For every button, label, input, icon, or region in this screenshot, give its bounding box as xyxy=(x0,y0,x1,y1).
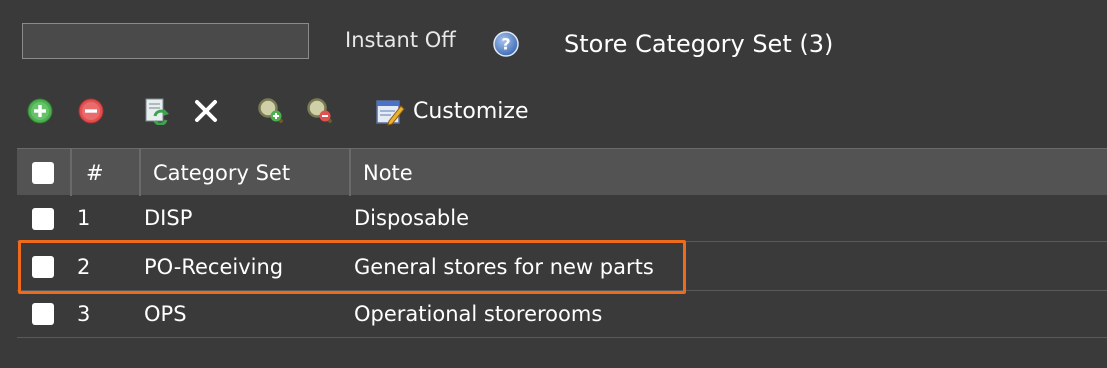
row-checkbox[interactable] xyxy=(32,303,54,325)
row-checkbox[interactable] xyxy=(32,256,54,278)
row-category-set: DISP xyxy=(144,206,193,230)
zoom-in-icon[interactable] xyxy=(257,97,285,125)
refresh-icon[interactable] xyxy=(142,97,170,125)
row-number: 3 xyxy=(77,302,91,326)
customize-icon xyxy=(376,100,405,126)
table-row[interactable]: 3 OPS Operational storerooms xyxy=(17,291,1107,338)
search-input[interactable] xyxy=(22,23,309,59)
svg-text:?: ? xyxy=(501,35,510,54)
page-title: Store Category Set (3) xyxy=(564,30,834,58)
row-note: Operational storerooms xyxy=(354,302,603,326)
row-number: 1 xyxy=(77,206,91,230)
column-header-number[interactable]: # xyxy=(70,149,139,196)
category-set-table: # Category Set Note 1 DISP Disposable 2 … xyxy=(17,148,1107,368)
header-select-cell xyxy=(17,149,70,196)
select-all-checkbox[interactable] xyxy=(32,162,54,184)
row-number: 2 xyxy=(77,255,91,279)
help-icon[interactable]: ? xyxy=(493,31,519,57)
customize-label: Customize xyxy=(413,98,529,124)
row-category-set: PO-Receiving xyxy=(144,255,284,279)
close-icon[interactable] xyxy=(192,97,220,125)
row-checkbox[interactable] xyxy=(32,208,54,230)
column-header-category-set[interactable]: Category Set xyxy=(139,149,349,196)
table-row[interactable]: 2 PO-Receiving General stores for new pa… xyxy=(17,244,1107,291)
column-header-note[interactable]: Note xyxy=(349,149,1107,196)
row-category-set: OPS xyxy=(144,302,187,326)
table-header: # Category Set Note xyxy=(17,148,1107,196)
plus-circle-icon[interactable] xyxy=(26,97,54,125)
customize-button[interactable]: Customize xyxy=(375,93,528,129)
instant-toggle[interactable]: Instant Off xyxy=(345,28,456,52)
table-row[interactable]: 1 DISP Disposable xyxy=(17,195,1107,242)
minus-circle-icon[interactable] xyxy=(77,97,105,125)
zoom-out-icon[interactable] xyxy=(306,97,334,125)
row-note: Disposable xyxy=(354,206,470,230)
row-note: General stores for new parts xyxy=(354,255,654,279)
